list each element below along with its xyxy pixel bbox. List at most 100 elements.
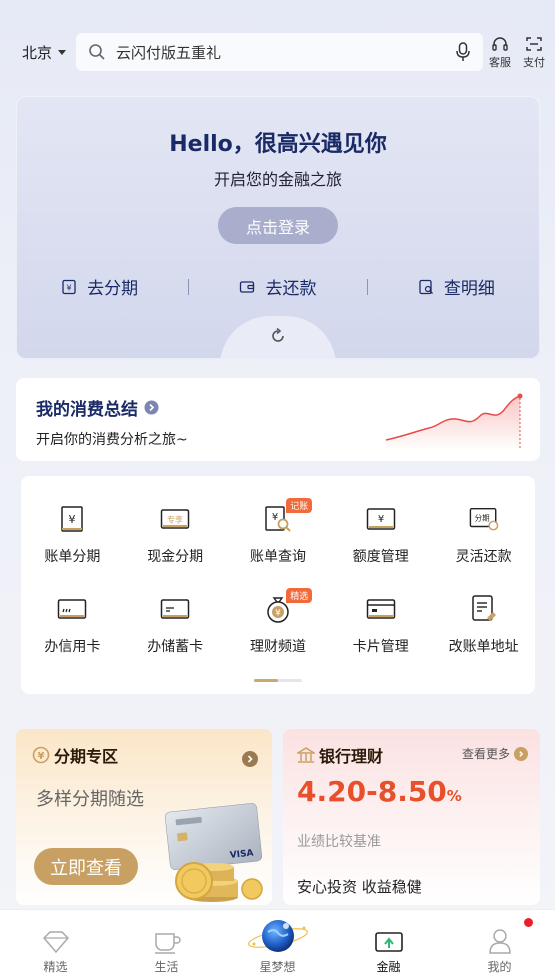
quota-yuan-icon: ¥ (366, 508, 396, 530)
finance-card-icon (374, 932, 403, 952)
flexible-repay-icon: 分期 (469, 507, 498, 531)
grid-label: 卡片管理 (352, 639, 409, 655)
chevron-right-icon (144, 400, 159, 415)
badge-featured: 精选 (286, 588, 313, 603)
debit-card-icon (160, 599, 190, 619)
summary-subtitle: 开启你的消费分析之旅~ (36, 432, 188, 448)
notification-dot (524, 918, 533, 927)
user-icon (488, 929, 511, 954)
city-selector[interactable]: 北京 (22, 42, 67, 63)
grid-item-bill-query[interactable]: 记账 ¥ 账单查询 (227, 498, 330, 566)
address-edit-icon (471, 595, 496, 621)
tab-label: 星梦想 (259, 960, 296, 974)
grid-item-flexible-repay[interactable]: 分期 灵活还款 (432, 504, 535, 566)
view-more-link[interactable]: 查看更多 (462, 745, 528, 762)
search-bar[interactable]: 云闪付版五重礼 (76, 33, 483, 71)
rate-range: 4.20-8.50% (297, 775, 462, 808)
yuan-doc-icon: ¥ (62, 279, 76, 294)
tab-finance[interactable]: 金融 (333, 910, 444, 977)
yuan-coin-icon: ¥ (32, 746, 50, 764)
services-grid-card: ¥ 账单分期 专享 现金分期 记账 ¥ 账单查询 ¥ 额度管理 分期 灵活还款 … (21, 476, 535, 694)
search-icon (89, 44, 105, 60)
grid-item-cash-installment[interactable]: 专享 现金分期 (124, 504, 227, 566)
bank-building-icon (297, 747, 315, 763)
svg-text:¥: ¥ (378, 514, 384, 525)
globe-planet-icon (247, 920, 308, 952)
chevron-right-icon (514, 746, 528, 761)
coffee-cup-icon (154, 933, 181, 954)
repay-link-label: 去还款 (265, 279, 317, 299)
cash-card-icon: 专享 (160, 509, 190, 529)
headset-icon (492, 37, 508, 51)
wealth-slogan: 安心投资 收益稳健 (297, 878, 422, 896)
tab-label: 金融 (376, 960, 401, 974)
installment-title: 分期专区 (54, 747, 119, 766)
grid-item-wealth-channel[interactable]: 精选 ¥ 理财频道 (227, 588, 330, 656)
credit-card-icon (58, 599, 87, 619)
search-text: 云闪付版五重礼 (116, 43, 222, 62)
microphone-icon[interactable] (455, 42, 471, 62)
grid-item-apply-debit-card[interactable]: 办储蓄卡 (124, 594, 227, 656)
tab-label: 我的 (487, 960, 512, 974)
repay-link[interactable]: 去还款 (239, 274, 316, 299)
chevron-right-icon[interactable] (242, 751, 258, 767)
bill-yuan-icon: ¥ (61, 506, 84, 532)
grid-label: 账单查询 (249, 549, 306, 565)
installment-zone-card[interactable]: ¥ 分期专区 多样分期随选 立即查看 VISA (16, 729, 272, 905)
wealth-title: 银行理财 (319, 747, 384, 766)
caret-down-icon (58, 50, 67, 55)
login-button[interactable]: 点击登录 (218, 207, 338, 244)
cash-card-text: 专享 (167, 515, 183, 525)
grid-item-card-manage[interactable]: 卡片管理 (329, 594, 432, 656)
installment-subtitle: 多样分期随选 (36, 789, 144, 810)
consumption-summary-card[interactable]: 我的消费总结 开启你的消费分析之旅~ (16, 378, 540, 461)
grid-label: 灵活还款 (455, 549, 512, 565)
grid-label: 办信用卡 (44, 639, 101, 655)
summary-title: 我的消费总结 (36, 400, 138, 420)
grid-item-address-edit[interactable]: 改账单地址 (432, 594, 535, 656)
customer-service-button[interactable]: 客服 (489, 36, 511, 70)
bank-wealth-card[interactable]: 银行理财 查看更多 4.20-8.50% 业绩比较基准 安心投资 收益稳健 (283, 729, 540, 905)
bottom-tab-bar: 精选 生活 星梦想 金融 我的 (0, 909, 555, 977)
pay-button[interactable]: 支付 (523, 36, 545, 70)
diamond-icon (42, 931, 69, 954)
repay-card-text: 分期 (474, 513, 489, 522)
tab-featured[interactable]: 精选 (0, 910, 111, 977)
tab-star-dream[interactable]: 星梦想 (222, 910, 333, 977)
svg-text:¥: ¥ (272, 512, 278, 523)
refresh-tab[interactable] (220, 316, 336, 359)
divider (188, 278, 190, 295)
page-indicator (254, 679, 302, 682)
rate-value: 4.20-8.50 (297, 775, 447, 808)
installment-link-label: 去分期 (87, 279, 139, 299)
tab-label: 生活 (154, 960, 179, 974)
detail-link[interactable]: 查明细 (418, 274, 495, 299)
grid-item-apply-credit-card[interactable]: 办信用卡 (21, 594, 124, 656)
hero-title: Hello，很高兴遇见你 (169, 132, 387, 157)
scan-icon (526, 37, 542, 51)
doc-search-icon (419, 279, 433, 294)
divider (366, 278, 368, 295)
tab-mine[interactable]: 我的 (444, 910, 555, 977)
installment-link[interactable]: ¥ 去分期 (61, 274, 138, 299)
grid-label: 账单分期 (44, 549, 101, 565)
svg-text:¥: ¥ (67, 283, 72, 292)
view-more-label: 查看更多 (461, 747, 510, 761)
rate-unit: % (446, 787, 462, 805)
grid-label: 额度管理 (352, 549, 409, 565)
grid-item-quota[interactable]: ¥ 额度管理 (329, 504, 432, 566)
service-label: 客服 (489, 56, 511, 69)
wallet-icon (240, 280, 255, 293)
grid-item-bill-installment[interactable]: ¥ 账单分期 (21, 504, 124, 566)
sparkline-chart (385, 393, 523, 450)
tab-life[interactable]: 生活 (111, 910, 222, 977)
view-now-button[interactable]: 立即查看 (34, 848, 138, 885)
bank-card-coins-illustration: VISA (164, 803, 263, 902)
refresh-icon (272, 328, 284, 342)
detail-link-label: 查明细 (443, 279, 495, 299)
city-label: 北京 (22, 44, 53, 62)
svg-text:¥: ¥ (38, 751, 45, 762)
svg-text:¥: ¥ (275, 609, 281, 619)
login-hero-card: Hello，很高兴遇见你 开启您的金融之旅 点击登录 ¥ 去分期 去还款 查明细 (16, 96, 540, 359)
grid-label: 理财频道 (249, 639, 306, 655)
